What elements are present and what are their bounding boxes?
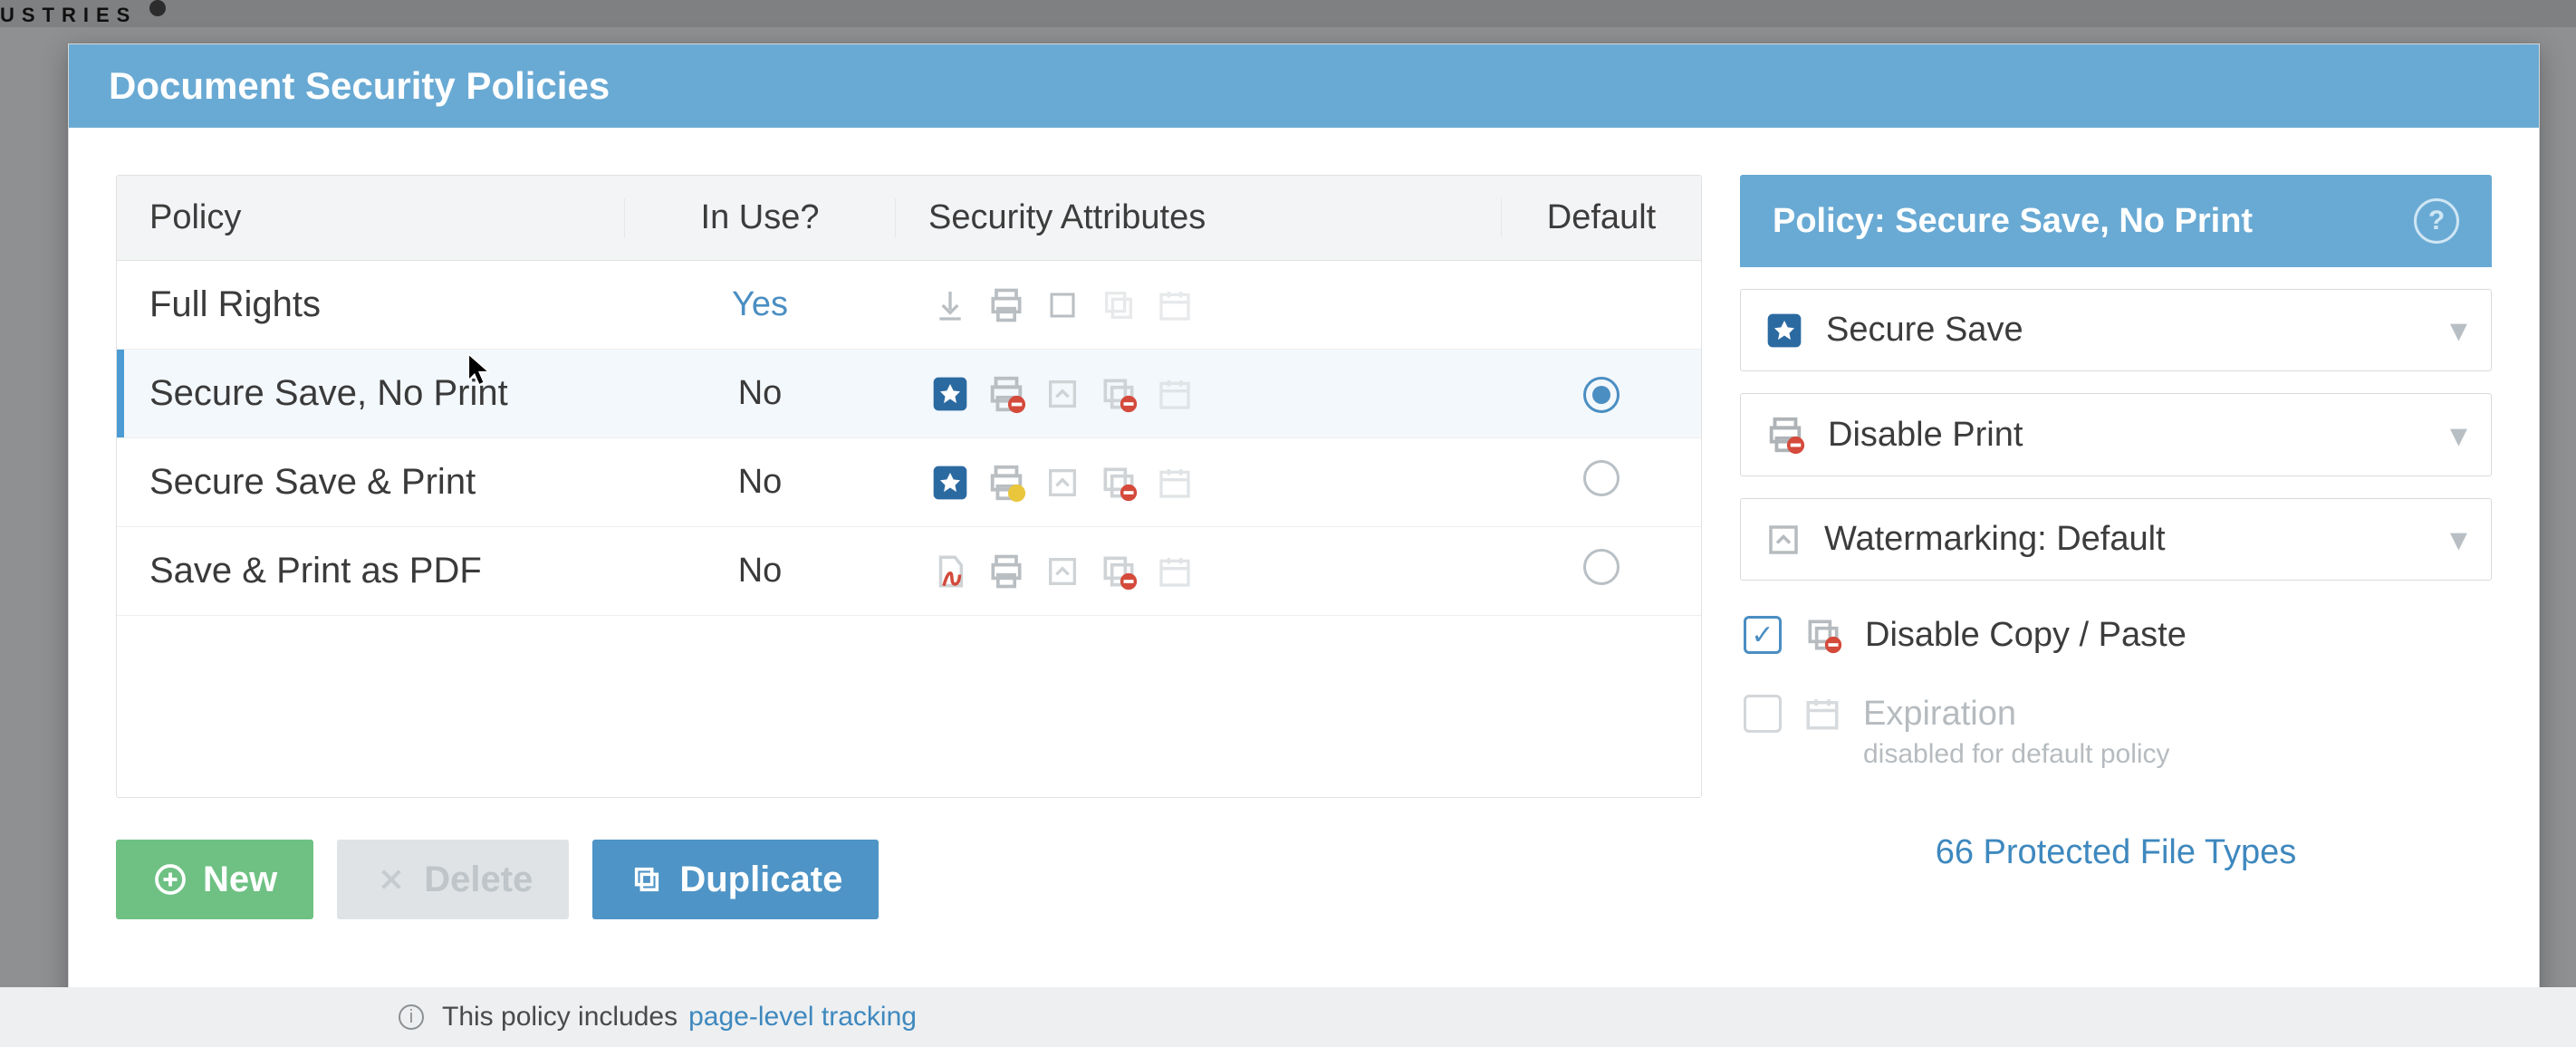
help-icon[interactable]: ? — [2414, 198, 2459, 244]
new-button[interactable]: New — [116, 840, 313, 919]
policy-name-cell: Secure Save, No Print — [117, 373, 624, 414]
policy-row-save-print-pdf[interactable]: Save & Print as PDF No — [117, 527, 1701, 616]
copy-disabled-icon — [1097, 372, 1140, 416]
secure-save-icon — [928, 461, 972, 504]
app-header-background: USTRIES — [0, 0, 2576, 27]
policy-inuse-cell: No — [624, 463, 896, 502]
policy-default-cell[interactable] — [1502, 460, 1701, 505]
checkbox-checked-icon[interactable]: ✓ — [1744, 616, 1782, 654]
watermark-icon — [1764, 521, 1802, 559]
chevron-down-icon: ▾ — [2450, 519, 2467, 560]
download-icon — [928, 283, 972, 327]
policy-attrs-cell — [896, 283, 1502, 327]
policy-attrs-cell — [896, 550, 1502, 593]
page-level-tracking-link[interactable]: page-level tracking — [688, 1002, 917, 1033]
secure-save-icon — [1764, 311, 1804, 351]
printer-disabled-icon — [985, 372, 1028, 416]
delete-button: Delete — [337, 840, 569, 919]
duplicate-button[interactable]: Duplicate — [592, 840, 879, 919]
secure-save-icon — [928, 372, 972, 416]
watermark-icon — [1041, 461, 1084, 504]
policy-name-cell: Secure Save & Print — [117, 462, 624, 503]
policy-inuse-cell: No — [624, 552, 896, 591]
calendar-icon — [1153, 283, 1197, 327]
policy-inuse-cell: Yes — [624, 285, 896, 324]
plus-circle-icon — [152, 861, 188, 898]
policy-row-secure-save-and-print[interactable]: Secure Save & Print No — [117, 438, 1701, 527]
policy-list-panel: Policy In Use? Security Attributes Defau… — [116, 175, 1702, 919]
info-icon: i — [399, 1004, 424, 1030]
checkbox-unchecked-icon — [1744, 695, 1782, 733]
policy-table: Policy In Use? Security Attributes Defau… — [116, 175, 1702, 798]
brand-text-fragment: USTRIES — [0, 4, 137, 27]
column-header-attributes[interactable]: Security Attributes — [896, 198, 1502, 237]
watermark-icon — [1041, 372, 1084, 416]
security-policies-dialog: Document Security Policies Policy In Use… — [68, 43, 2540, 1013]
printer-disabled-icon — [1764, 414, 1806, 456]
policy-inuse-cell: No — [624, 374, 896, 413]
footer-info-strip: i This policy includes page-level tracki… — [0, 987, 2576, 1047]
printer-icon — [985, 550, 1028, 593]
dropdown-label: Disable Print — [1828, 416, 2428, 455]
expiration-label: Expiration — [1863, 695, 2170, 734]
copy-disabled-icon — [1097, 461, 1140, 504]
policy-row-full-rights[interactable]: Full Rights Yes — [117, 261, 1701, 350]
copy-disabled-icon — [1097, 550, 1140, 593]
square-icon — [1041, 283, 1084, 327]
chevron-down-icon: ▾ — [2450, 415, 2467, 456]
default-radio-icon[interactable] — [1583, 460, 1620, 496]
calendar-icon — [1153, 372, 1197, 416]
default-radio-icon[interactable] — [1583, 377, 1620, 413]
column-header-policy[interactable]: Policy — [117, 198, 624, 237]
disable-copy-paste-label: Disable Copy / Paste — [1865, 616, 2187, 655]
calendar-icon — [1153, 461, 1197, 504]
chevron-down-icon: ▾ — [2450, 310, 2467, 351]
duplicate-icon — [629, 861, 665, 898]
x-icon — [373, 861, 409, 898]
policy-name-cell: Save & Print as PDF — [117, 551, 624, 591]
panel-title-text: Policy: Secure Save, No Print — [1773, 202, 2253, 241]
policy-default-cell[interactable] — [1502, 374, 1701, 413]
policy-detail-panel: Policy: Secure Save, No Print ? Secure S… — [1740, 175, 2492, 872]
policy-default-cell[interactable] — [1502, 549, 1701, 594]
new-button-label: New — [203, 860, 277, 900]
printer-icon — [985, 283, 1028, 327]
disable-print-dropdown[interactable]: Disable Print ▾ — [1740, 393, 2492, 476]
protected-file-types-link[interactable]: 66 Protected File Types — [1740, 833, 2492, 872]
copy-icon — [1097, 283, 1140, 327]
policy-row-secure-save-no-print[interactable]: Secure Save, No Print No — [117, 350, 1701, 438]
printer-secure-icon — [985, 461, 1028, 504]
dropdown-label: Secure Save — [1826, 311, 2428, 350]
panel-title-bar: Policy: Secure Save, No Print ? — [1740, 175, 2492, 267]
policy-action-buttons: New Delete Duplicate — [116, 840, 1702, 919]
policy-attrs-cell — [896, 461, 1502, 504]
calendar-icon — [1153, 550, 1197, 593]
column-header-default[interactable]: Default — [1502, 198, 1701, 237]
watermark-icon — [1041, 550, 1084, 593]
policy-table-header: Policy In Use? Security Attributes Defau… — [117, 176, 1701, 261]
secure-save-dropdown[interactable]: Secure Save ▾ — [1740, 289, 2492, 371]
expiration-row: Expiration disabled for default policy — [1740, 695, 2492, 770]
footer-info-text: This policy includes — [442, 1002, 678, 1033]
expiration-sublabel: disabled for default policy — [1863, 739, 2170, 770]
duplicate-button-label: Duplicate — [679, 860, 842, 900]
pdf-icon — [928, 550, 972, 593]
copy-disabled-icon — [1803, 615, 1843, 655]
header-dot-icon — [149, 0, 166, 16]
delete-button-label: Delete — [424, 860, 533, 900]
calendar-icon — [1803, 695, 1841, 733]
dialog-title: Document Security Policies — [69, 44, 2539, 128]
default-radio-icon[interactable] — [1583, 549, 1620, 585]
policy-name-cell: Full Rights — [117, 284, 624, 325]
watermarking-dropdown[interactable]: Watermarking: Default ▾ — [1740, 498, 2492, 581]
policy-attrs-cell — [896, 372, 1502, 416]
dropdown-label: Watermarking: Default — [1824, 520, 2428, 559]
column-header-in-use[interactable]: In Use? — [624, 198, 896, 237]
disable-copy-paste-row[interactable]: ✓ Disable Copy / Paste — [1740, 615, 2492, 655]
